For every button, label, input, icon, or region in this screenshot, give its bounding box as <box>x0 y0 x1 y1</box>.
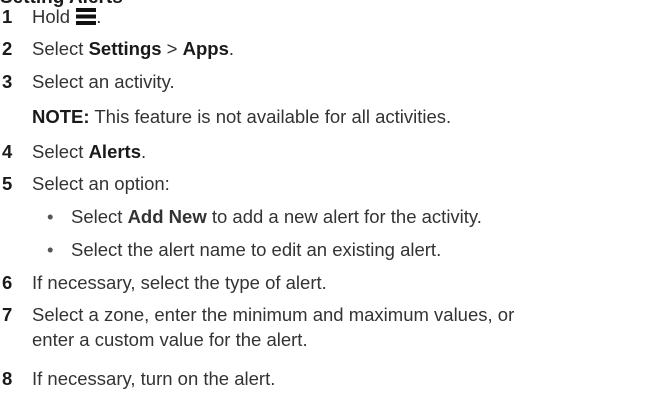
step-number: 4 <box>2 141 13 162</box>
step-text-part: . <box>228 38 235 59</box>
step-text: Select a zone, enter the minimum and max… <box>32 304 515 325</box>
step-text-part: > <box>161 38 183 59</box>
step-8: 8 If necessary, turn on the alert. <box>0 367 666 391</box>
bullet-marker: • <box>47 206 54 227</box>
step-text: enter a custom value for the alert. <box>32 329 308 350</box>
step-number: 3 <box>2 71 13 92</box>
step-2: 2 Select Settings > Apps. <box>0 37 666 61</box>
option-bullet: • Select the alert name to edit an exist… <box>0 238 666 262</box>
step-text-part: Select <box>32 38 89 59</box>
note-label: NOTE: <box>32 106 90 127</box>
bullet-marker: • <box>47 239 54 260</box>
note: NOTE: This feature is not available for … <box>0 105 666 129</box>
menu-item-alerts: Alerts <box>88 141 142 162</box>
step-7: 7 Select a zone, enter the minimum and m… <box>0 303 666 327</box>
step-text: Select an option: <box>32 173 170 194</box>
step-number: 1 <box>2 6 13 27</box>
step-number: 8 <box>2 368 13 389</box>
step-5: 5 Select an option: <box>0 172 666 196</box>
step-1: 1 Hold . <box>0 5 666 29</box>
menu-path-apps: Apps <box>182 38 229 59</box>
step-number: 6 <box>2 272 13 293</box>
step-text-part: . <box>96 6 102 27</box>
menu-path-settings: Settings <box>88 38 162 59</box>
step-text: Select Alerts. <box>32 140 146 164</box>
step-text: If necessary, turn on the alert. <box>32 368 276 389</box>
note-body: This feature is not available for all ac… <box>89 106 452 127</box>
option-bullet: • Select Add New to add a new alert for … <box>0 205 666 229</box>
step-text-part: . <box>141 141 147 162</box>
step-number: 5 <box>2 173 13 194</box>
step-number: 7 <box>2 304 13 325</box>
step-text-part: Select <box>32 141 89 162</box>
step-text-part: Hold <box>32 6 76 27</box>
step-7-continued: enter a custom value for the alert. <box>0 328 666 352</box>
option-text-part: to add a new alert for the activity. <box>206 206 482 227</box>
step-text: If necessary, select the type of alert. <box>32 272 327 293</box>
step-text: Hold . <box>32 5 101 29</box>
option-text: Select Add New to add a new alert for th… <box>71 205 482 229</box>
option-add-new: Add New <box>127 206 207 227</box>
option-text: Select the alert name to edit an existin… <box>71 239 442 260</box>
step-number: 2 <box>2 38 13 59</box>
note-text: NOTE: This feature is not available for … <box>32 105 451 129</box>
step-4: 4 Select Alerts. <box>0 140 666 164</box>
step-text: Select an activity. <box>32 71 175 92</box>
menu-icon <box>76 8 97 25</box>
step-3: 3 Select an activity. <box>0 70 666 94</box>
step-text: Select Settings > Apps. <box>32 37 234 61</box>
step-6: 6 If necessary, select the type of alert… <box>0 271 666 295</box>
option-text-part: Select <box>71 206 128 227</box>
